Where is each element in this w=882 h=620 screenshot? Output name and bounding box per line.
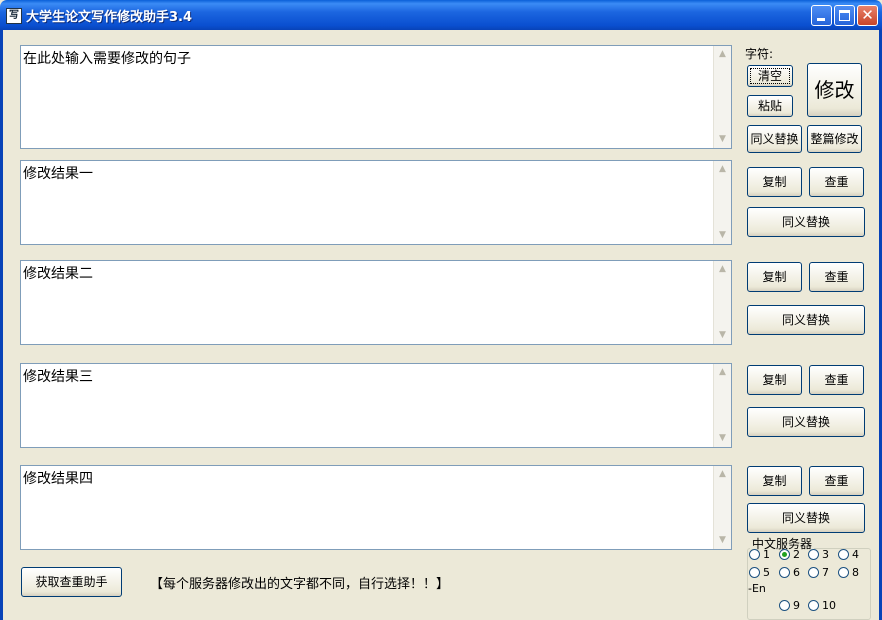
server-radio-9[interactable] <box>779 600 790 611</box>
server-radio-6[interactable] <box>779 567 790 578</box>
result-4-scrollbar[interactable]: ▲ ▼ <box>713 466 731 549</box>
server-label-10: 10 <box>822 599 836 612</box>
scroll-up-icon[interactable]: ▲ <box>715 162 730 177</box>
close-icon: ✕ <box>861 6 874 24</box>
get-check-helper-button[interactable]: 获取查重助手 <box>21 567 122 597</box>
server-radio-8[interactable] <box>838 567 849 578</box>
synonym-button-1[interactable]: 同义替换 <box>747 207 865 237</box>
check-button-1[interactable]: 查重 <box>809 167 864 197</box>
copy-button-4[interactable]: 复制 <box>747 466 802 496</box>
scroll-up-icon[interactable]: ▲ <box>715 262 730 277</box>
server-label-8: 8 <box>852 566 859 579</box>
server-notice: 【每个服务器修改出的文字都不同，自行选择！！】 <box>150 577 450 592</box>
full-modify-button[interactable]: 整篇修改 <box>807 125 862 153</box>
server-label-6: 6 <box>793 566 800 579</box>
server-label-4: 4 <box>852 548 859 561</box>
check-button-4[interactable]: 查重 <box>809 466 864 496</box>
scroll-down-icon[interactable]: ▼ <box>715 228 730 243</box>
modify-button[interactable]: 修改 <box>807 63 862 117</box>
result-4-text: 修改结果四 <box>23 471 93 487</box>
server-radio-4[interactable] <box>838 549 849 560</box>
server-label-3: 3 <box>822 548 829 561</box>
server-label-2: 2 <box>793 548 800 561</box>
server-label-1: 1 <box>763 548 770 561</box>
input-text: 在此处输入需要修改的句子 <box>23 51 191 67</box>
result-1-scrollbar[interactable]: ▲ ▼ <box>713 161 731 244</box>
input-textarea[interactable]: 在此处输入需要修改的句子 ▲ ▼ <box>20 45 732 149</box>
synonym-button-2[interactable]: 同义替换 <box>747 305 865 335</box>
result-3-textarea[interactable]: 修改结果三 ▲ ▼ <box>20 363 732 448</box>
result-3-scrollbar[interactable]: ▲ ▼ <box>713 364 731 447</box>
input-scrollbar[interactable]: ▲ ▼ <box>713 46 731 148</box>
scroll-down-icon[interactable]: ▼ <box>715 328 730 343</box>
result-2-scrollbar[interactable]: ▲ ▼ <box>713 261 731 344</box>
paste-button[interactable]: 粘贴 <box>747 95 793 117</box>
clear-button[interactable]: 清空 <box>747 65 793 87</box>
close-button[interactable]: ✕ <box>857 5 878 26</box>
server-label-5: 5 <box>763 566 770 579</box>
server-label-9: 9 <box>793 599 800 612</box>
result-4-textarea[interactable]: 修改结果四 ▲ ▼ <box>20 465 732 550</box>
minimize-button[interactable] <box>811 5 832 26</box>
maximize-button[interactable] <box>834 5 855 26</box>
copy-button-1[interactable]: 复制 <box>747 167 802 197</box>
minimize-icon <box>817 18 825 21</box>
synonym-replace-button[interactable]: 同义替换 <box>747 125 802 153</box>
result-1-text: 修改结果一 <box>23 166 93 182</box>
synonym-button-3[interactable]: 同义替换 <box>747 407 865 437</box>
result-2-textarea[interactable]: 修改结果二 ▲ ▼ <box>20 260 732 345</box>
server-radio-7[interactable] <box>808 567 819 578</box>
char-label: 字符: <box>745 47 774 61</box>
check-button-2[interactable]: 查重 <box>809 262 864 292</box>
scroll-up-icon[interactable]: ▲ <box>715 47 730 62</box>
copy-button-3[interactable]: 复制 <box>747 365 802 395</box>
scroll-up-icon[interactable]: ▲ <box>715 467 730 482</box>
synonym-button-4[interactable]: 同义替换 <box>747 503 865 533</box>
server-radio-3[interactable] <box>808 549 819 560</box>
result-2-text: 修改结果二 <box>23 266 93 282</box>
server-radio-1[interactable] <box>749 549 760 560</box>
scroll-up-icon[interactable]: ▲ <box>715 365 730 380</box>
server-label-7: 7 <box>822 566 829 579</box>
check-button-3[interactable]: 查重 <box>809 365 864 395</box>
scroll-down-icon[interactable]: ▼ <box>715 132 730 147</box>
server-radio-10[interactable] <box>808 600 819 611</box>
app-icon[interactable]: 写 <box>6 8 22 24</box>
title-bar[interactable]: 写 大学生论文写作修改助手3.4 ✕ <box>0 0 882 30</box>
server-radio-5[interactable] <box>749 567 760 578</box>
scroll-down-icon[interactable]: ▼ <box>715 431 730 446</box>
server-en-label: -En <box>748 582 766 595</box>
result-3-text: 修改结果三 <box>23 369 93 385</box>
scroll-down-icon[interactable]: ▼ <box>715 533 730 548</box>
result-1-textarea[interactable]: 修改结果一 ▲ ▼ <box>20 160 732 245</box>
window-title: 大学生论文写作修改助手3.4 <box>26 10 193 25</box>
maximize-icon <box>839 10 850 21</box>
server-radio-2[interactable] <box>779 549 790 560</box>
copy-button-2[interactable]: 复制 <box>747 262 802 292</box>
